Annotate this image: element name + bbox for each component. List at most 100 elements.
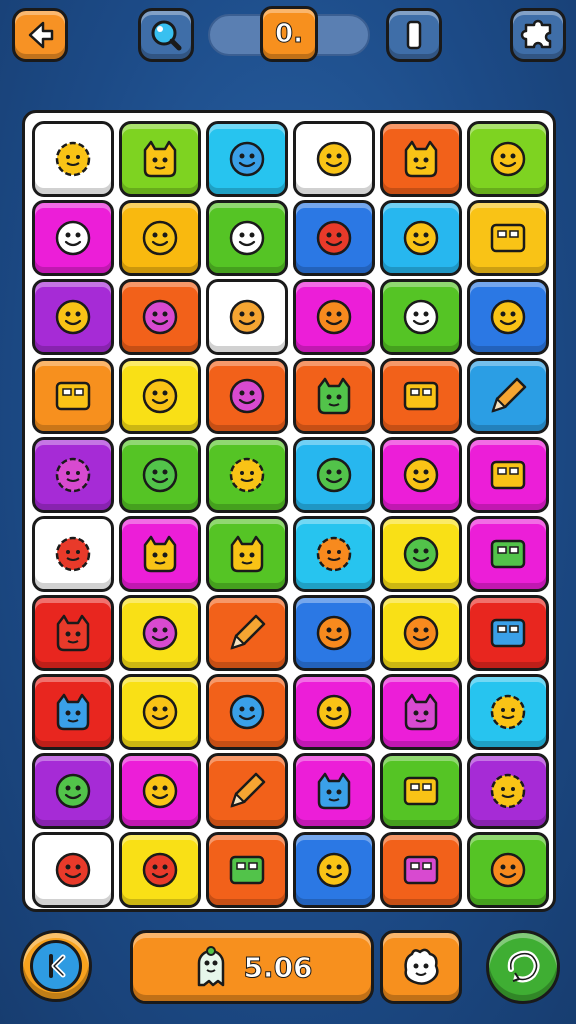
strawberry-icon [55,852,91,888]
board-tile[interactable] [467,121,549,197]
board-tile[interactable] [293,753,375,829]
board-tile[interactable] [119,121,201,197]
purple-house-icon [403,855,439,885]
board-tile[interactable] [467,516,549,592]
board-tile[interactable] [467,279,549,355]
orange-pot-face-icon [403,615,439,651]
board-tile[interactable] [467,200,549,276]
battery-icon [490,223,526,253]
board-tile[interactable] [467,674,549,750]
tablet-icon [490,460,526,490]
board-tile[interactable] [293,358,375,434]
board-tile[interactable] [32,279,114,355]
board-tile[interactable] [206,279,288,355]
refresh-button[interactable] [486,930,560,1004]
board-tile[interactable] [380,674,462,750]
board-tile[interactable] [380,121,462,197]
board-tile[interactable] [467,753,549,829]
board-tile[interactable] [119,832,201,908]
rewind-button[interactable] [20,930,92,1002]
board-tile[interactable] [293,595,375,671]
board-tile[interactable] [380,279,462,355]
red-monster-icon [56,614,90,652]
board-tile[interactable] [119,674,201,750]
board-tile[interactable] [467,437,549,513]
board-tile[interactable] [206,595,288,671]
top-bar: 0. [0,0,576,70]
back-button[interactable] [12,8,68,62]
board-tile[interactable] [293,674,375,750]
board-tile[interactable] [119,595,201,671]
green-smiley-icon [55,773,91,809]
board-tile[interactable] [119,516,201,592]
board-tile[interactable] [380,358,462,434]
yellow-oval-icon [403,457,439,493]
board-tile[interactable] [380,437,462,513]
board-tile[interactable] [293,121,375,197]
board-tile[interactable] [32,516,114,592]
board-tile[interactable] [293,437,375,513]
board-tile[interactable] [206,121,288,197]
orange-star-icon [316,536,352,572]
smiley-icon [490,299,526,335]
board-tile[interactable] [293,516,375,592]
red-gem-icon [316,220,352,256]
board-tile[interactable] [380,753,462,829]
timer-value: 5.06 [243,950,313,984]
red-virus-icon [55,536,91,572]
game-board [22,110,556,912]
board-tile[interactable] [206,753,288,829]
board-tile[interactable] [119,753,201,829]
board-tile[interactable] [206,200,288,276]
hamburger-icon [316,694,352,730]
board-tile[interactable] [293,832,375,908]
pencil-icon [230,772,266,808]
pause-button[interactable] [386,8,442,62]
usb-stick-icon [403,381,439,411]
red-pot-icon [142,852,178,888]
smiley-icon [55,299,91,335]
board-tile[interactable] [380,832,462,908]
cat-face-icon [404,140,438,178]
board-tile[interactable] [119,279,201,355]
hint-button[interactable] [138,8,194,62]
helper-button[interactable] [380,930,462,1004]
pencil-icon [230,614,266,650]
board-tile[interactable] [32,595,114,671]
timer-display[interactable]: 5.06 [130,930,374,1004]
board-tile[interactable] [32,358,114,434]
board-tile[interactable] [32,121,114,197]
board-tile[interactable] [32,832,114,908]
board-tile[interactable] [380,595,462,671]
board-tile[interactable] [32,753,114,829]
board-tile[interactable] [293,200,375,276]
board-tile[interactable] [206,674,288,750]
green-smiley-icon [403,536,439,572]
board-tile[interactable] [467,358,549,434]
tile-grid [32,121,549,910]
board-tile[interactable] [119,437,201,513]
board-tile[interactable] [206,832,288,908]
board-tile[interactable] [380,200,462,276]
carrot-icon [490,852,526,888]
pineapple-face-icon [316,299,352,335]
board-tile[interactable] [32,200,114,276]
board-tile[interactable] [380,516,462,592]
green-dino-icon [317,377,351,415]
robot-figure-icon [143,140,177,178]
sun-face-icon [55,141,91,177]
board-tile[interactable] [32,674,114,750]
board-tile[interactable] [119,358,201,434]
board-tile[interactable] [206,358,288,434]
board-tile[interactable] [293,279,375,355]
board-tile[interactable] [206,437,288,513]
pink-cat-icon [404,693,438,731]
log-icon [229,299,265,335]
board-tile[interactable] [32,437,114,513]
puzzle-button[interactable] [510,8,566,62]
board-tile[interactable] [206,516,288,592]
board-tile[interactable] [119,200,201,276]
board-tile[interactable] [467,595,549,671]
board-tile[interactable] [467,832,549,908]
pink-pig-icon [142,299,178,335]
